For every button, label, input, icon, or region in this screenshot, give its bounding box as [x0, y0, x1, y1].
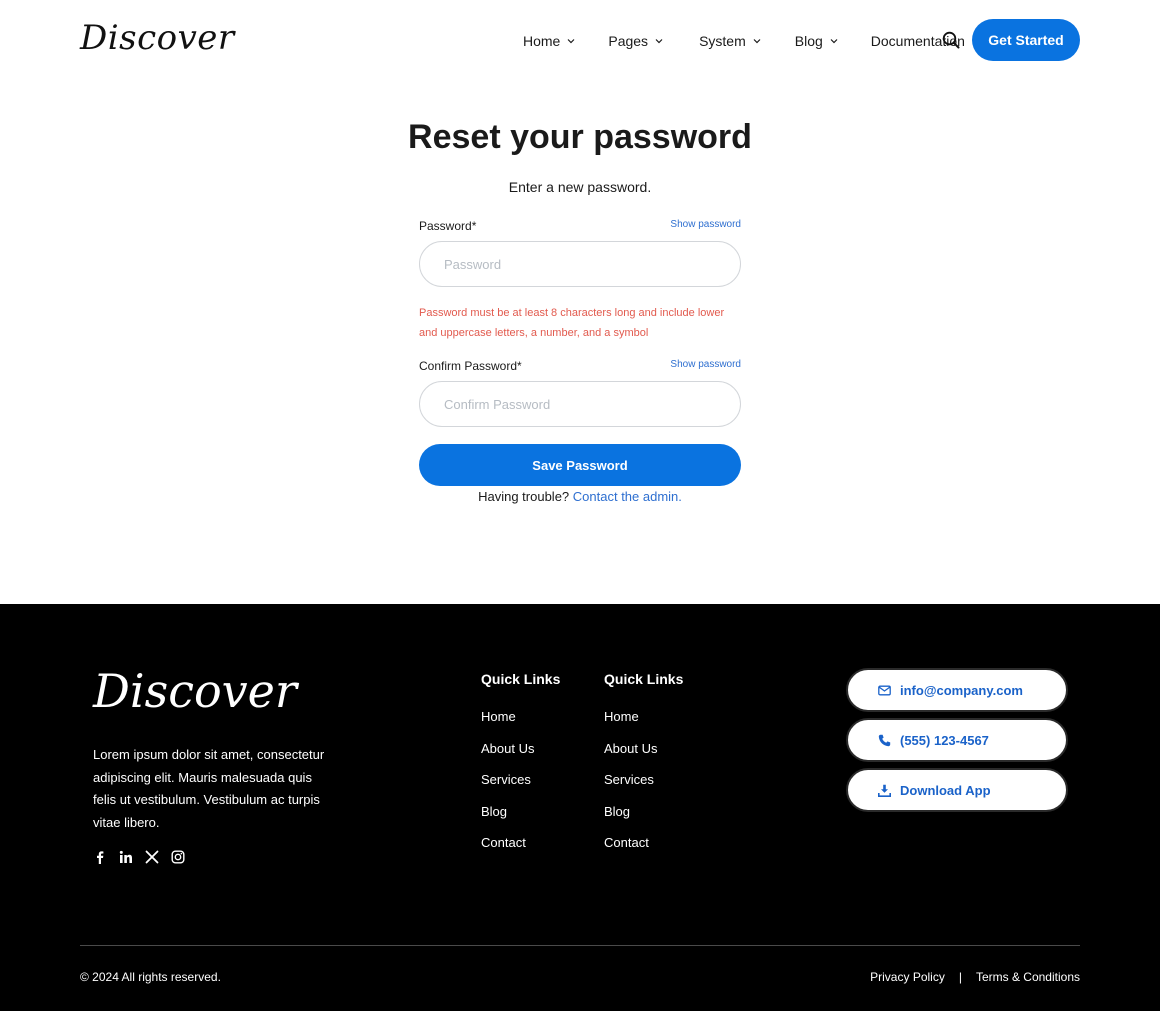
- download-app-label: Download App: [900, 782, 991, 798]
- footer-links-column: Quick Links Home About Us Services Blog …: [604, 671, 683, 867]
- footer-column-heading: Quick Links: [604, 671, 684, 687]
- download-app-button[interactable]: Download App: [846, 768, 1068, 812]
- nav-item-label: Home: [523, 33, 561, 49]
- save-password-button[interactable]: Save Password: [419, 444, 741, 486]
- get-started-button[interactable]: Get Started: [972, 19, 1080, 61]
- show-confirm-password-link[interactable]: Show password: [670, 359, 741, 370]
- footer-column-heading: Quick Links: [481, 671, 561, 687]
- terms-link[interactable]: Terms & Conditions: [976, 970, 1080, 984]
- nav-item-system[interactable]: System: [699, 33, 761, 49]
- footer-divider: [80, 945, 1080, 946]
- phone-button[interactable]: (555) 123-4567: [846, 718, 1068, 762]
- page-title: Reset your password: [408, 118, 752, 156]
- password-label-row: Password* Show password: [419, 215, 741, 235]
- email-button[interactable]: info@company.com: [846, 668, 1068, 712]
- x-icon[interactable]: [145, 850, 159, 864]
- trouble-text: Having trouble? Contact the admin.: [419, 489, 741, 504]
- logo[interactable]: Discover: [80, 18, 235, 58]
- show-password-link[interactable]: Show password: [670, 219, 741, 230]
- confirm-password-label: Confirm Password*: [419, 359, 522, 373]
- page-subtitle: Enter a new password.: [508, 179, 652, 195]
- chevron-down-icon: [830, 37, 838, 45]
- chevron-down-icon: [753, 37, 761, 45]
- linkedin-icon[interactable]: [119, 850, 133, 864]
- footer-description: Lorem ipsum dolor sit amet, consectetur …: [93, 747, 325, 830]
- main-nav: Home Pages System Blog Documentation: [523, 31, 965, 51]
- confirm-password-input[interactable]: [419, 381, 741, 427]
- instagram-icon[interactable]: [171, 850, 185, 864]
- confirm-password-label-row: Confirm Password* Show password: [419, 355, 741, 375]
- footer-link-home[interactable]: Home: [481, 709, 560, 741]
- password-input[interactable]: [419, 241, 741, 287]
- password-error: Password must be at least 8 characters l…: [419, 307, 725, 339]
- footer-link-contact[interactable]: Contact: [604, 835, 683, 867]
- footer-logo[interactable]: Discover: [93, 664, 297, 718]
- footer-link-blog[interactable]: Blog: [604, 804, 683, 836]
- footer-links-column: Quick Links Home About Us Services Blog …: [481, 671, 560, 867]
- site-header: Discover Home Pages System Blog Document…: [0, 0, 1160, 82]
- chevron-down-icon: [655, 37, 663, 45]
- footer-link-about[interactable]: About Us: [481, 741, 560, 773]
- nav-item-home[interactable]: Home: [523, 33, 575, 49]
- nav-item-label: Pages: [608, 33, 649, 49]
- social-links: [93, 850, 197, 864]
- email-label: info@company.com: [900, 682, 1023, 698]
- contact-admin-link[interactable]: Contact the admin.: [573, 489, 682, 504]
- footer-link-about[interactable]: About Us: [604, 741, 683, 773]
- legal-links: Privacy Policy | Terms & Conditions: [870, 970, 1080, 984]
- privacy-policy-link[interactable]: Privacy Policy: [870, 970, 945, 984]
- footer-link-blog[interactable]: Blog: [481, 804, 560, 836]
- footer-link-home[interactable]: Home: [604, 709, 683, 741]
- phone-label: (555) 123-4567: [900, 732, 989, 748]
- download-icon: [878, 784, 891, 797]
- copyright-text: © 2024 All rights reserved.: [80, 970, 221, 984]
- facebook-icon[interactable]: [93, 850, 107, 864]
- nav-item-label: System: [699, 33, 746, 49]
- phone-icon: [878, 734, 891, 747]
- password-label: Password*: [419, 219, 477, 233]
- site-footer: Discover Lorem ipsum dolor sit amet, con…: [0, 604, 1160, 1011]
- nav-item-label: Blog: [794, 33, 823, 49]
- footer-link-services[interactable]: Services: [604, 772, 683, 804]
- trouble-label: Having trouble?: [478, 489, 570, 504]
- nav-item-blog[interactable]: Blog: [795, 33, 838, 49]
- search-icon[interactable]: [942, 31, 960, 49]
- chevron-down-icon: [567, 37, 575, 45]
- footer-link-services[interactable]: Services: [481, 772, 560, 804]
- legal-separator: |: [958, 970, 962, 984]
- mail-icon: [878, 684, 891, 697]
- nav-item-pages[interactable]: Pages: [608, 33, 663, 49]
- footer-link-contact[interactable]: Contact: [481, 835, 560, 867]
